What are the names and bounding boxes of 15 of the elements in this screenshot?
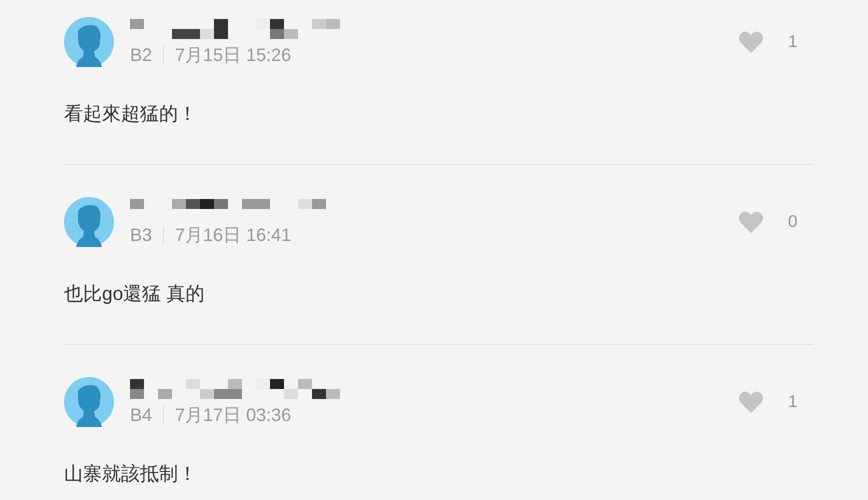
avatar-icon[interactable] [64, 197, 114, 247]
avatar-icon[interactable] [64, 17, 114, 67]
avatar-icon[interactable] [64, 377, 114, 427]
like-count: 0 [788, 212, 798, 232]
floor-number: B3 [130, 225, 152, 245]
post-time: 7月16日 16:41 [175, 225, 292, 245]
floor-number: B4 [130, 405, 152, 425]
like-count: 1 [788, 392, 798, 412]
post-time: 7月15日 15:26 [175, 45, 292, 65]
comment-text: 山寨就該抵制！ [64, 462, 198, 487]
like-count: 1 [788, 32, 798, 52]
comment-text: 看起來超猛的！ [64, 103, 198, 127]
post-time: 7月17日 03:36 [175, 405, 292, 425]
comment-text: 也比go還猛 真的 [64, 283, 206, 307]
floor-number: B2 [130, 45, 152, 65]
